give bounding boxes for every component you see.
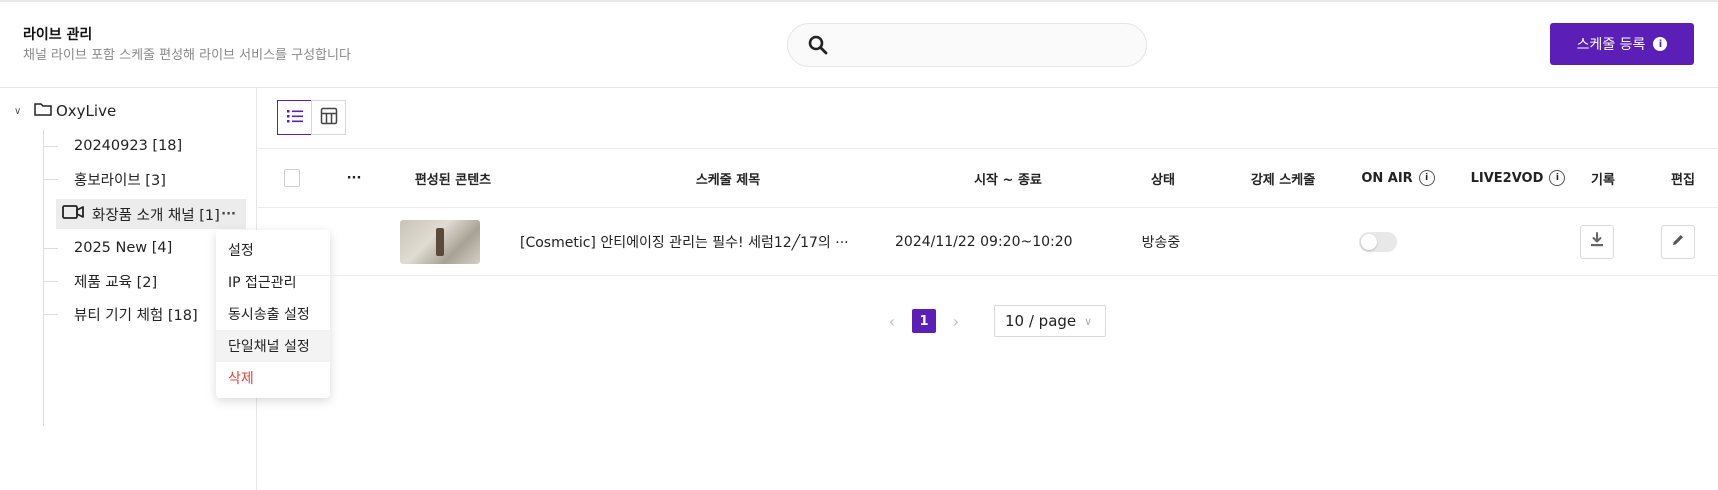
grid-view-button[interactable]	[311, 100, 346, 135]
schedule-status: 방송중	[1141, 234, 1181, 251]
header-content: 편성된 콘텐츠	[414, 172, 492, 188]
tree-item[interactable]: 홍보라이브 [3]	[44, 164, 166, 194]
onair-toggle-cell	[1359, 208, 1399, 275]
schedule-time: 2024/11/22 09:20~10:20	[895, 233, 1073, 250]
page-number-current[interactable]: 1	[912, 309, 936, 333]
search-input[interactable]	[842, 32, 1136, 60]
header-record: 기록	[1591, 172, 1615, 188]
header-status: 상태	[1151, 172, 1175, 188]
prev-page-button[interactable]: ‹	[880, 312, 904, 331]
record-cell	[1580, 208, 1620, 275]
schedule-register-label: 스케줄 등록	[1576, 37, 1646, 53]
menu-item-single-channel[interactable]: 단일채널 설정	[216, 330, 330, 362]
download-button[interactable]	[1580, 224, 1614, 259]
more-options-button[interactable]: ···	[221, 207, 236, 222]
list-view-button[interactable]	[277, 100, 312, 135]
schedule-register-button[interactable]: 스케줄 등록 i	[1550, 23, 1694, 65]
folder-icon	[34, 102, 52, 120]
select-all-cell	[284, 149, 300, 207]
edit-cell	[1661, 208, 1701, 275]
onair-toggle[interactable]	[1359, 231, 1397, 252]
header-more[interactable]: ···	[334, 149, 374, 207]
view-toggle	[277, 100, 346, 135]
next-page-button[interactable]: ›	[944, 312, 968, 331]
chevron-down-icon[interactable]: ∨	[14, 106, 24, 117]
video-camera-icon	[62, 204, 84, 224]
page-subtitle: 채널 라이브 포함 스케줄 편성해 라이브 서비스를 구성합니다	[23, 48, 351, 63]
select-all-checkbox[interactable]	[284, 169, 300, 187]
menu-item-simulcast[interactable]: 동시송출 설정	[216, 298, 330, 330]
tree-item-label: 2025 New [4]	[74, 240, 173, 256]
content-thumbnail-cell	[400, 208, 480, 275]
tree-item-label: 20240923 [18]	[74, 138, 183, 154]
tree-item[interactable]: 뷰티 기기 체험 [18]	[44, 299, 198, 329]
table-header: ··· 편성된 콘텐츠 스케줄 제목 시작 ~ 종료 상태 강제 스케줄 ON …	[258, 148, 1718, 208]
tree-item-label: 뷰티 기기 체험 [18]	[74, 307, 198, 324]
pencil-icon	[1671, 233, 1685, 251]
page-title: 라이브 관리	[23, 27, 93, 43]
search-icon	[808, 35, 828, 59]
schedule-title[interactable]: [Cosmetic] 안티에이징 관리는 필수! 세럼12╱17의 ···	[520, 208, 890, 275]
header-live2vod-label: LIVE2VOD	[1470, 170, 1544, 186]
tree-item[interactable]: 20240923 [18]	[44, 131, 182, 161]
tree-item-selected[interactable]: 화장품 소개 채널 [1] ···	[56, 199, 246, 229]
info-icon[interactable]: i	[1418, 170, 1435, 186]
list-icon	[286, 108, 304, 128]
tree-root-label: OxyLive	[56, 102, 117, 120]
menu-item-delete[interactable]: 삭제	[216, 362, 330, 394]
content-thumbnail[interactable]	[400, 219, 480, 264]
info-icon: i	[1653, 37, 1668, 51]
edit-button[interactable]	[1661, 224, 1695, 259]
tree-item-label: 제품 교육 [2]	[74, 274, 158, 291]
tree-item[interactable]: 제품 교육 [2]	[44, 266, 157, 296]
table-row[interactable]: [Cosmetic] 안티에이징 관리는 필수! 세럼12╱17의 ··· 20…	[258, 208, 1718, 276]
pagination: ‹ 1 › 10 / page ∨	[880, 305, 1106, 337]
download-icon	[1589, 231, 1605, 252]
table-grid-icon	[320, 107, 338, 129]
tree-item-label: 화장품 소개 채널 [1]	[92, 207, 220, 224]
page-header: 라이브 관리 채널 라이브 포함 스케줄 편성해 라이브 서비스를 구성합니다 …	[0, 2, 1718, 88]
tree-item[interactable]: 2025 New [4]	[44, 233, 172, 263]
search-box[interactable]	[787, 23, 1147, 67]
page-size-select[interactable]: 10 / page ∨	[994, 305, 1106, 337]
header-onair-label: ON AIR	[1361, 170, 1413, 186]
page-size-value: 10 / page	[1005, 312, 1077, 330]
tree-item-label: 홍보라이브 [3]	[74, 172, 166, 189]
chevron-down-icon: ∨	[1084, 314, 1093, 328]
header-edit: 편집	[1671, 172, 1695, 188]
tree-root[interactable]: ∨ OxyLive	[14, 102, 116, 120]
